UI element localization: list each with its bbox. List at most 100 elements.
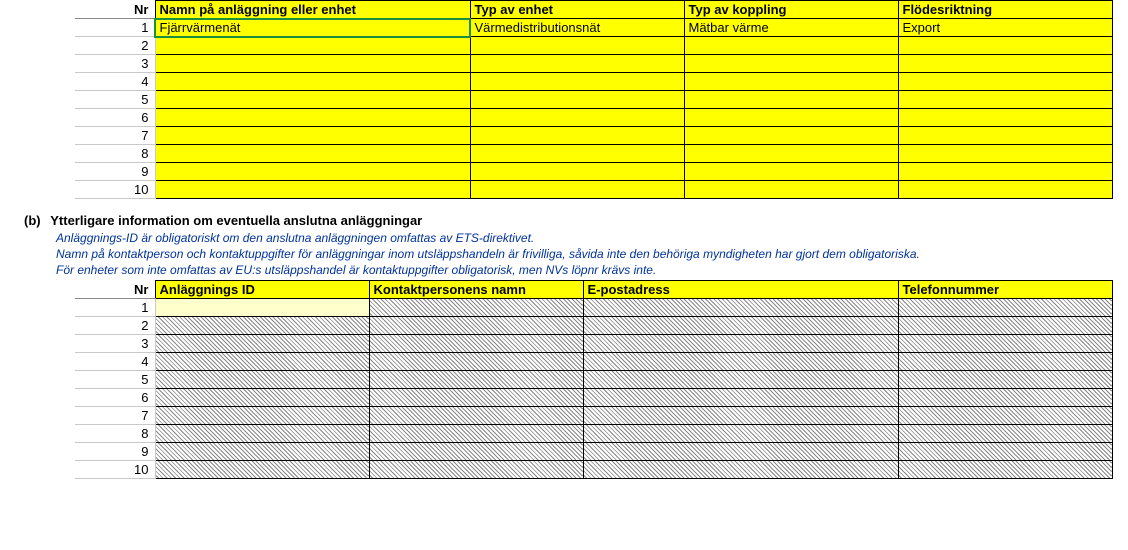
- cell-telefon: [898, 407, 1112, 425]
- cell-telefon: [898, 425, 1112, 443]
- row-number: 5: [75, 91, 155, 109]
- cell-epost: [583, 389, 898, 407]
- cell-epost: [583, 443, 898, 461]
- cell-telefon: [898, 335, 1112, 353]
- table-header-row: Nr Namn på anläggning eller enhet Typ av…: [40, 1, 1112, 19]
- cell-kontaktperson: [369, 353, 583, 371]
- cell-typ-enhet[interactable]: [470, 73, 684, 91]
- cell-flodesriktning[interactable]: [898, 55, 1112, 73]
- cell-flodesriktning[interactable]: [898, 37, 1112, 55]
- cell-anlaggnings-id: [155, 317, 369, 335]
- col-header-flodesriktning: Flödesriktning: [898, 1, 1112, 19]
- section-b-title: Ytterligare information om eventuella an…: [50, 213, 422, 228]
- cell-namn[interactable]: [155, 109, 470, 127]
- row-number: 9: [75, 443, 155, 461]
- cell-typ-koppling[interactable]: [684, 181, 898, 199]
- cell-namn[interactable]: [155, 55, 470, 73]
- cell-telefon: [898, 389, 1112, 407]
- row-number: 8: [75, 425, 155, 443]
- cell-namn[interactable]: [155, 163, 470, 181]
- table-row: 2: [40, 317, 1112, 335]
- cell-kontaktperson: [369, 371, 583, 389]
- cell-flodesriktning[interactable]: [898, 73, 1112, 91]
- cell-kontaktperson: [369, 317, 583, 335]
- table-row: 7: [40, 127, 1112, 145]
- cell-typ-enhet[interactable]: [470, 163, 684, 181]
- row-number: 3: [75, 335, 155, 353]
- cell-typ-enhet[interactable]: [470, 127, 684, 145]
- row-number: 7: [75, 407, 155, 425]
- cell-typ-koppling[interactable]: [684, 109, 898, 127]
- cell-typ-koppling[interactable]: [684, 145, 898, 163]
- cell-typ-koppling[interactable]: [684, 91, 898, 109]
- cell-telefon: [898, 443, 1112, 461]
- cell-flodesriktning[interactable]: [898, 109, 1112, 127]
- cell-kontaktperson: [369, 299, 583, 317]
- cell-flodesriktning[interactable]: [898, 127, 1112, 145]
- table-row: 2: [40, 37, 1112, 55]
- row-number: 4: [75, 73, 155, 91]
- cell-anlaggnings-id: [155, 461, 369, 479]
- cell-telefon: [898, 353, 1112, 371]
- table-row: 3: [40, 55, 1112, 73]
- cell-anlaggnings-id: [155, 335, 369, 353]
- cell-anlaggnings-id[interactable]: [155, 299, 369, 317]
- cell-typ-enhet[interactable]: [470, 55, 684, 73]
- cell-typ-enhet[interactable]: [470, 37, 684, 55]
- cell-typ-enhet[interactable]: [470, 91, 684, 109]
- cell-namn[interactable]: [155, 127, 470, 145]
- cell-namn[interactable]: [155, 145, 470, 163]
- row-number: 1: [75, 19, 155, 37]
- cell-namn[interactable]: Fjärrvärmenät: [155, 19, 470, 37]
- cell-anlaggnings-id: [155, 389, 369, 407]
- cell-flodesriktning[interactable]: [898, 181, 1112, 199]
- table-row: 10: [40, 461, 1112, 479]
- row-number: 7: [75, 127, 155, 145]
- cell-typ-enhet[interactable]: [470, 181, 684, 199]
- cell-flodesriktning[interactable]: [898, 145, 1112, 163]
- row-number: 4: [75, 353, 155, 371]
- table-row: 6: [40, 389, 1112, 407]
- cell-namn[interactable]: [155, 181, 470, 199]
- cell-anlaggnings-id: [155, 353, 369, 371]
- cell-namn[interactable]: [155, 37, 470, 55]
- table-row: 5: [40, 91, 1112, 109]
- cell-typ-enhet[interactable]: [470, 109, 684, 127]
- table-additional-info: Nr Anläggnings ID Kontaktpersonens namn …: [40, 280, 1113, 479]
- help-text-line: Anläggnings-ID är obligatoriskt om den a…: [56, 230, 1096, 246]
- col-header-typ-enhet: Typ av enhet: [470, 1, 684, 19]
- cell-flodesriktning[interactable]: Export: [898, 19, 1112, 37]
- cell-epost: [583, 335, 898, 353]
- cell-typ-koppling[interactable]: [684, 73, 898, 91]
- cell-namn[interactable]: [155, 73, 470, 91]
- cell-anlaggnings-id: [155, 443, 369, 461]
- cell-typ-koppling[interactable]: [684, 163, 898, 181]
- table-row: 9: [40, 443, 1112, 461]
- cell-kontaktperson: [369, 407, 583, 425]
- cell-flodesriktning[interactable]: [898, 91, 1112, 109]
- table-row: 1FjärrvärmenätVärmedistributionsnätMätba…: [40, 19, 1112, 37]
- cell-typ-enhet[interactable]: [470, 145, 684, 163]
- row-number: 9: [75, 163, 155, 181]
- cell-typ-koppling[interactable]: [684, 55, 898, 73]
- table-row: 8: [40, 425, 1112, 443]
- col-header-typ-koppling: Typ av koppling: [684, 1, 898, 19]
- col-header-anlaggnings-id: Anläggnings ID: [155, 281, 369, 299]
- cell-flodesriktning[interactable]: [898, 163, 1112, 181]
- table-row: 9: [40, 163, 1112, 181]
- row-number: 10: [75, 461, 155, 479]
- cell-epost: [583, 299, 898, 317]
- cell-kontaktperson: [369, 461, 583, 479]
- row-number: 6: [75, 109, 155, 127]
- cell-typ-koppling[interactable]: Mätbar värme: [684, 19, 898, 37]
- cell-epost: [583, 461, 898, 479]
- cell-typ-enhet[interactable]: Värmedistributionsnät: [470, 19, 684, 37]
- row-number: 6: [75, 389, 155, 407]
- cell-telefon: [898, 317, 1112, 335]
- cell-namn[interactable]: [155, 91, 470, 109]
- col-header-nr: Nr: [75, 281, 155, 299]
- cell-typ-koppling[interactable]: [684, 37, 898, 55]
- cell-kontaktperson: [369, 425, 583, 443]
- row-number: 5: [75, 371, 155, 389]
- cell-typ-koppling[interactable]: [684, 127, 898, 145]
